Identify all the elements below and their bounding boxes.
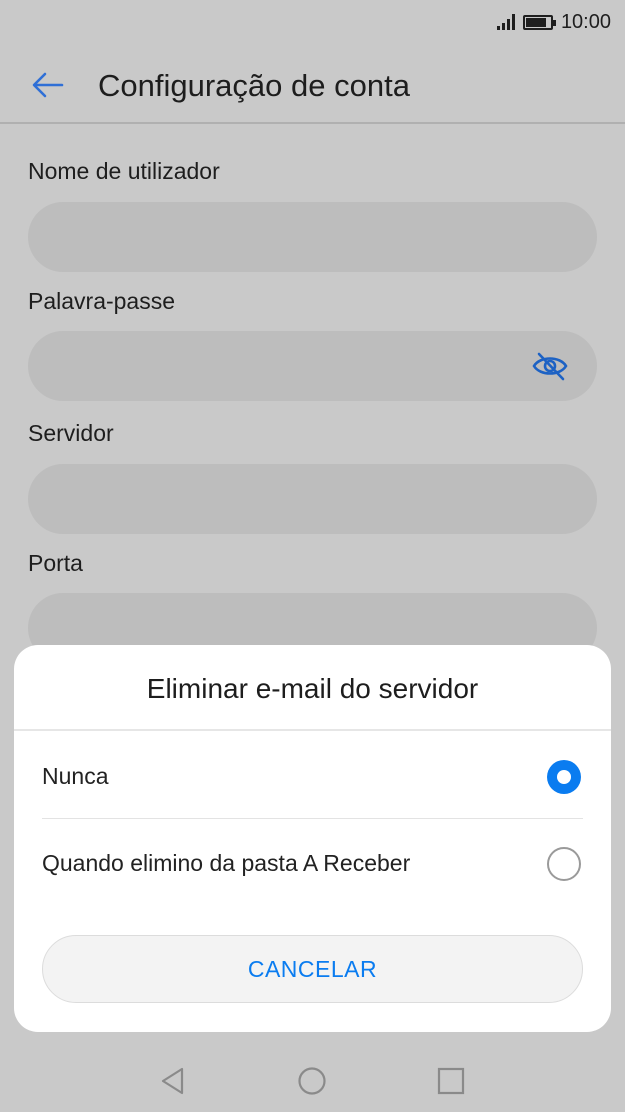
server-label: Servidor — [28, 420, 114, 446]
radio-button-icon[interactable] — [547, 847, 581, 881]
option-divider — [42, 818, 583, 819]
app-bar-divider — [0, 122, 625, 124]
port-label: Porta — [28, 550, 83, 576]
option-never[interactable]: Nunca — [42, 733, 583, 819]
username-field[interactable] — [28, 202, 597, 272]
dialog-title: Eliminar e-mail do servidor — [146, 673, 479, 704]
app-bar: Configuração de conta — [0, 52, 625, 118]
battery-icon — [522, 14, 556, 30]
username-label: Nome de utilizador — [28, 158, 220, 184]
option-label: Nunca — [42, 762, 109, 789]
nav-home-icon[interactable] — [295, 1064, 329, 1098]
dialog-divider — [14, 729, 611, 731]
delete-email-dialog: Eliminar e-mail do servidor Nunca Quando… — [14, 645, 611, 1032]
server-field[interactable] — [28, 464, 597, 534]
nav-back-icon[interactable] — [156, 1064, 190, 1098]
visibility-off-icon[interactable] — [531, 349, 569, 383]
battery-level — [525, 17, 547, 27]
cancel-button[interactable]: CANCELAR — [42, 935, 583, 1003]
nav-recents-icon[interactable] — [434, 1064, 468, 1098]
password-label: Palavra-passe — [28, 288, 176, 314]
clock: 10:00 — [560, 10, 611, 33]
page-title: Configuração de conta — [98, 68, 410, 103]
radio-button-icon[interactable] — [547, 760, 581, 794]
option-delete-from-inbox[interactable]: Quando elimino da pasta A Receber — [42, 820, 583, 906]
option-label: Quando elimino da pasta A Receber — [42, 849, 411, 876]
navigation-bar — [0, 1049, 625, 1112]
status-bar: 10:00 — [0, 0, 625, 44]
signal-icon — [496, 14, 515, 30]
back-arrow-icon[interactable] — [30, 67, 66, 103]
password-field[interactable] — [28, 331, 597, 401]
